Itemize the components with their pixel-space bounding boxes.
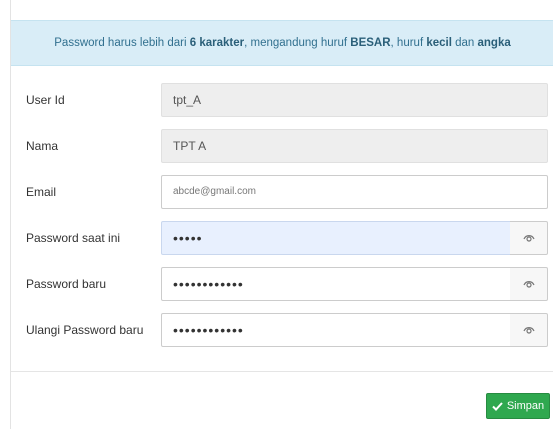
nama-field: TPT A [161, 129, 548, 163]
current-password-row: Password saat ini ••••• [11, 221, 553, 255]
eye-icon [522, 327, 535, 334]
email-label: Email [26, 185, 57, 199]
new-password-field[interactable]: •••••••••••• [161, 267, 511, 301]
change-password-card: Password harus lebih dari 6 karakter, me… [10, 0, 553, 429]
confirm-password-row: Ulangi Password baru •••••••••••• [11, 313, 553, 347]
email-row: Email abcde@gmail.com [11, 175, 553, 209]
confirm-password-toggle[interactable] [510, 313, 548, 347]
alert-text-3: , huruf [390, 37, 427, 49]
save-button[interactable]: Simpan [486, 393, 550, 419]
confirm-password-label: Ulangi Password baru [26, 323, 144, 337]
new-password-label: Password baru [26, 277, 107, 291]
current-password-label: Password saat ini [26, 231, 121, 245]
alert-bold-uppercase: BESAR [350, 37, 391, 49]
current-password-toggle[interactable] [510, 221, 548, 255]
new-password-toggle[interactable] [510, 267, 548, 301]
alert-text-2: , mengandung huruf [244, 37, 351, 49]
alert-text-1: Password harus lebih dari [54, 37, 190, 49]
alert-bold-min-length: 6 karakter [189, 37, 245, 49]
alert-bold-digits: angka [477, 37, 511, 49]
confirm-password-field[interactable]: •••••••••••• [161, 313, 511, 347]
new-password-row: Password baru •••••••••••• [11, 267, 553, 301]
nama-row: Nama TPT A [11, 129, 553, 163]
user-id-label: User Id [26, 93, 65, 107]
current-password-field[interactable]: ••••• [161, 221, 511, 255]
user-id-row: User Id tpt_A [11, 83, 553, 117]
nama-label: Nama [26, 139, 59, 153]
alert-bold-lowercase: kecil [426, 37, 452, 49]
eye-icon [522, 235, 535, 242]
alert-text-4: dan [451, 37, 478, 49]
footer-divider [11, 371, 553, 372]
eye-icon [522, 281, 535, 288]
email-field[interactable]: abcde@gmail.com [161, 175, 548, 209]
save-button-label: Simpan [506, 400, 545, 412]
user-id-field: tpt_A [161, 83, 548, 117]
check-icon [492, 401, 503, 411]
password-rules-alert: Password harus lebih dari 6 karakter, me… [11, 20, 553, 66]
